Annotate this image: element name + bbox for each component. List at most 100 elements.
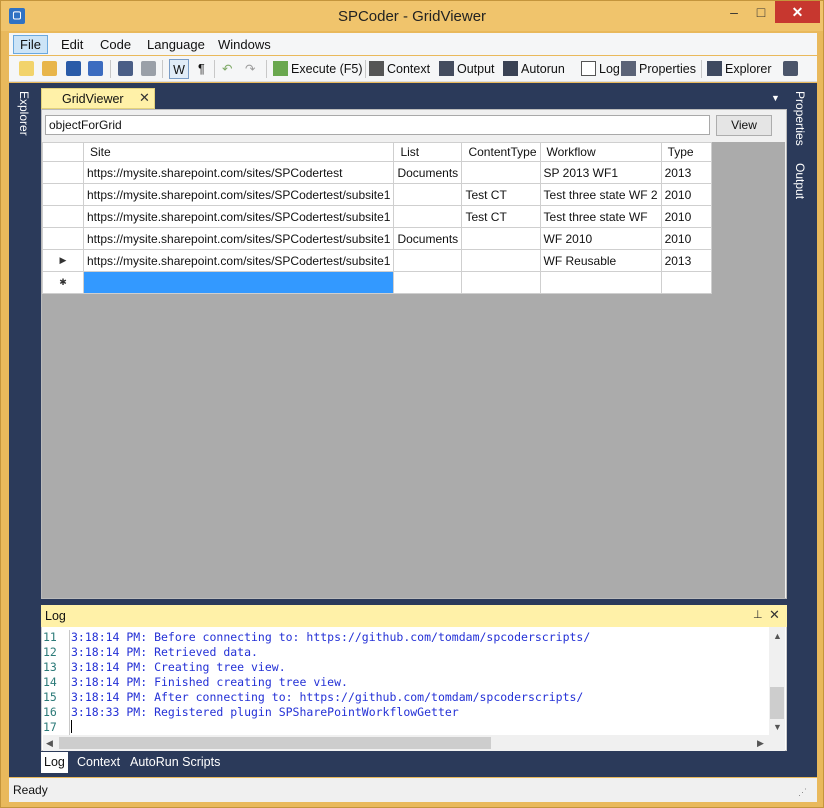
cell-list[interactable] [393, 271, 463, 294]
autorun-icon [503, 61, 518, 76]
cell-site[interactable]: https://mysite.sharepoint.com/sites/SPCo… [82, 249, 395, 272]
column-header-site[interactable]: Site [82, 142, 395, 162]
scroll-right-icon[interactable]: ▶ [757, 738, 764, 749]
tab-gridviewer[interactable]: GridViewer ✕ [41, 88, 155, 109]
new-row[interactable]: ✱ [42, 271, 712, 294]
cell-list[interactable] [393, 205, 463, 228]
cell-list[interactable] [393, 249, 463, 272]
grid-icon[interactable] [118, 61, 133, 76]
current-row-marker[interactable]: ▶ [42, 249, 84, 272]
row-header[interactable] [42, 161, 84, 184]
row-header[interactable] [42, 227, 84, 250]
pin-icon[interactable]: ⊥ [753, 608, 763, 621]
close-icon[interactable]: ✕ [139, 90, 150, 106]
cell-type[interactable]: 2010 [660, 183, 712, 206]
explorer-button[interactable]: Explorer [707, 59, 772, 79]
right-sidebar: Properties Output [787, 83, 817, 777]
sidebar-tab-properties[interactable]: Properties [793, 91, 807, 146]
row-header[interactable] [42, 205, 84, 228]
context-button[interactable]: Context [369, 59, 430, 79]
cell-type[interactable]: 2013 [660, 161, 712, 184]
toolbar: W ¶ ↶ ↷ Execute (F5) Context Output Auto… [9, 56, 817, 82]
cell-site[interactable]: https://mysite.sharepoint.com/sites/SPCo… [82, 161, 395, 184]
column-header-workflow[interactable]: Workflow [539, 142, 662, 162]
word-wrap-button[interactable]: W [169, 59, 189, 79]
execute-button[interactable]: Execute (F5) [273, 59, 363, 79]
table-row[interactable]: https://mysite.sharepoint.com/sites/SPCo… [42, 183, 712, 206]
sidebar-tab-output[interactable]: Output [793, 163, 807, 199]
cell-contenttype[interactable]: Test CT [461, 183, 541, 206]
cell-workflow[interactable] [539, 271, 662, 294]
cell-site[interactable]: https://mysite.sharepoint.com/sites/SPCo… [82, 183, 395, 206]
autorun-button[interactable]: Autorun [503, 59, 565, 79]
chevron-down-icon[interactable]: ▼ [771, 93, 780, 103]
scroll-left-icon[interactable]: ◀ [46, 738, 53, 749]
scroll-up-icon[interactable]: ▲ [773, 631, 782, 641]
new-file-icon[interactable] [19, 61, 34, 76]
close-button[interactable]: ✕ [775, 1, 820, 23]
save-icon[interactable] [66, 61, 81, 76]
cell-contenttype[interactable]: Test CT [461, 205, 541, 228]
cell-site[interactable]: https://mysite.sharepoint.com/sites/SPCo… [82, 205, 395, 228]
log-line: 13 3:18:14 PM: Creating tree view. [43, 660, 286, 674]
table-row[interactable]: ▶ https://mysite.sharepoint.com/sites/SP… [42, 249, 712, 272]
tab-context[interactable]: Context [77, 755, 120, 769]
new-row-marker[interactable]: ✱ [42, 271, 84, 294]
window-icon[interactable] [783, 61, 798, 76]
minimize-button[interactable]: – [721, 1, 747, 23]
menu-code[interactable]: Code [93, 35, 138, 54]
cell-type[interactable] [660, 271, 712, 294]
table-row[interactable]: https://mysite.sharepoint.com/sites/SPCo… [42, 161, 712, 184]
object-input[interactable]: objectForGrid [45, 115, 710, 135]
redo-icon[interactable]: ↷ [245, 59, 255, 79]
cell-workflow[interactable]: Test three state WF [539, 205, 662, 228]
log-vertical-scroll-thumb[interactable] [770, 687, 784, 719]
pilcrow-button[interactable]: ¶ [198, 59, 205, 79]
cell-contenttype[interactable] [461, 227, 541, 250]
log-button[interactable]: Log [581, 59, 620, 79]
cell-contenttype[interactable] [461, 271, 541, 294]
resize-grip-icon[interactable]: ⋰ [798, 787, 807, 798]
menu-edit[interactable]: Edit [54, 35, 90, 54]
cell-contenttype[interactable] [461, 249, 541, 272]
column-header-list[interactable]: List [393, 142, 463, 162]
print-icon[interactable] [141, 61, 156, 76]
output-button[interactable]: Output [439, 59, 495, 79]
tab-log[interactable]: Log [41, 752, 68, 773]
column-header-contenttype[interactable]: ContentType [461, 142, 541, 162]
cell-type[interactable]: 2013 [660, 249, 712, 272]
tab-autorun-scripts[interactable]: AutoRun Scripts [130, 755, 220, 769]
cell-site[interactable]: https://mysite.sharepoint.com/sites/SPCo… [82, 227, 395, 250]
scroll-down-icon[interactable]: ▼ [773, 722, 782, 732]
cell-workflow[interactable]: WF 2010 [539, 227, 662, 250]
cell-workflow[interactable]: SP 2013 WF1 [539, 161, 662, 184]
menu-language[interactable]: Language [140, 35, 212, 54]
save-all-icon[interactable] [88, 61, 103, 76]
undo-icon[interactable]: ↶ [222, 59, 232, 79]
menu-file[interactable]: File [13, 35, 48, 54]
sidebar-tab-explorer[interactable]: Explorer [17, 91, 31, 136]
cell-type[interactable]: 2010 [660, 227, 712, 250]
menu-windows[interactable]: Windows [211, 35, 278, 54]
cell-list[interactable]: Documents [393, 227, 463, 250]
cell-type[interactable]: 2010 [660, 205, 712, 228]
properties-icon [621, 61, 636, 76]
cell-contenttype[interactable] [461, 161, 541, 184]
log-editor[interactable]: 11 3:18:14 PM: Before connecting to: http… [43, 630, 769, 735]
open-folder-icon[interactable] [42, 61, 57, 76]
log-horizontal-scroll-thumb[interactable] [59, 737, 491, 749]
row-header-corner[interactable] [42, 142, 84, 162]
cell-workflow[interactable]: Test three state WF 2 [539, 183, 662, 206]
view-button[interactable]: View [716, 115, 772, 136]
close-icon[interactable]: ✕ [769, 607, 780, 623]
cell-workflow[interactable]: WF Reusable [539, 249, 662, 272]
table-row[interactable]: https://mysite.sharepoint.com/sites/SPCo… [42, 227, 712, 250]
maximize-button[interactable]: □ [748, 1, 774, 23]
properties-button[interactable]: Properties [621, 59, 696, 79]
column-header-type[interactable]: Type [660, 142, 712, 162]
cell-site-selected[interactable] [82, 271, 395, 294]
cell-list[interactable] [393, 183, 463, 206]
row-header[interactable] [42, 183, 84, 206]
cell-list[interactable]: Documents [393, 161, 463, 184]
table-row[interactable]: https://mysite.sharepoint.com/sites/SPCo… [42, 205, 712, 228]
